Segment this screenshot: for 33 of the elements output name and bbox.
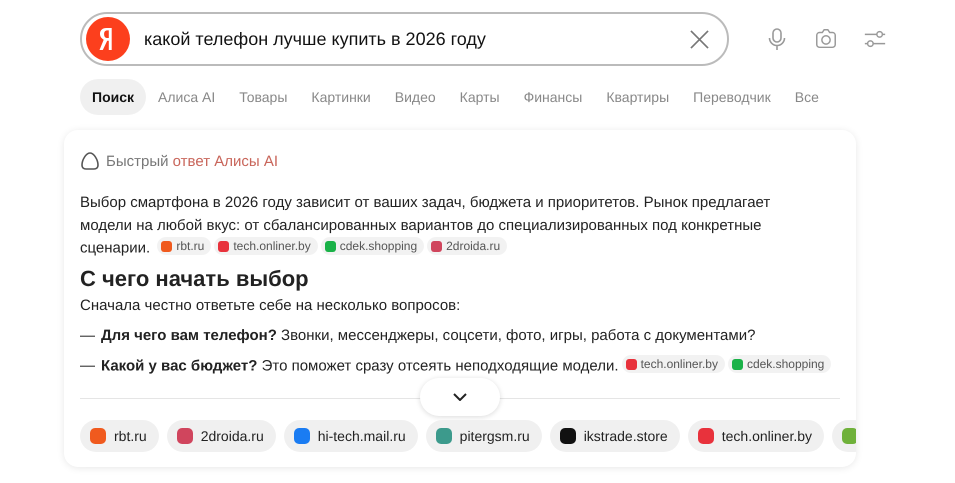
section-heading: С чего начать выбор (80, 265, 310, 293)
nav-tab[interactable]: Видео (382, 79, 448, 115)
nav-tab[interactable]: Все (782, 79, 831, 115)
chevron-icon (453, 393, 467, 401)
search-query: какой телефон лучше купить в 2026 году (144, 28, 487, 50)
nav-tab[interactable]: Переводчик (681, 79, 783, 115)
lead-text: Сначала честно ответьте себе на несколько вопросов: (80, 296, 462, 316)
bullet-text: Какой у вас бюджет? Это поможет сразу отсеять неподходящие модели. (101, 358, 619, 374)
nav-tab[interactable]: Поиск (80, 79, 146, 115)
bullet-text: Для чего вам телефон? Звонки, мессенджеры, соцсети, фото, игры, работа с документами? (101, 327, 756, 344)
source-chip[interactable]: 2droida.ru (166, 420, 276, 452)
nav-tab[interactable]: Товары (227, 79, 300, 115)
alice-icon (80, 151, 100, 171)
nav-tab[interactable]: Квартиры (594, 79, 682, 115)
dash-mark: — (80, 326, 95, 346)
source-chip[interactable]: pitergsm.ru (426, 420, 542, 452)
answer-text: Выбор смартфона в 2026 году зависит от ваших задач, бюджета и приоритетов. Рынок предлагает модели на любой вкус: от сбалансированных вариантов до специализированных под конкретные сценарии. rbt.ru tech.onliner.by cdek.shopping 2droida.ru (80, 193, 772, 258)
camera-icon[interactable] (814, 27, 838, 51)
answer-header: Быстрый ответ Алисы AI (106, 152, 278, 170)
source-chip[interactable]: tech.onliner.by (688, 420, 824, 452)
logo-icon (86, 17, 130, 61)
nav-tab[interactable]: Алиса AI (146, 79, 228, 115)
source-chip[interactable]: hi-tech.mail.ru (284, 420, 418, 452)
close-icon[interactable] (690, 30, 709, 48)
nav-tab[interactable]: Картинки (299, 79, 383, 115)
nav-tab[interactable]: Карты (448, 79, 512, 115)
search-field[interactable]: какой телефон лучше купить в 2026 году (80, 12, 729, 66)
source-chip[interactable]: ikstrade.store (550, 420, 680, 452)
source-link[interactable]: cdek.shopping (728, 355, 832, 373)
source-chip[interactable]: rbt.ru (80, 420, 159, 452)
source-link[interactable]: tech.onliner.by (622, 355, 725, 373)
nav-tab[interactable]: Финансы (512, 79, 594, 115)
dash-mark: — (80, 356, 95, 376)
